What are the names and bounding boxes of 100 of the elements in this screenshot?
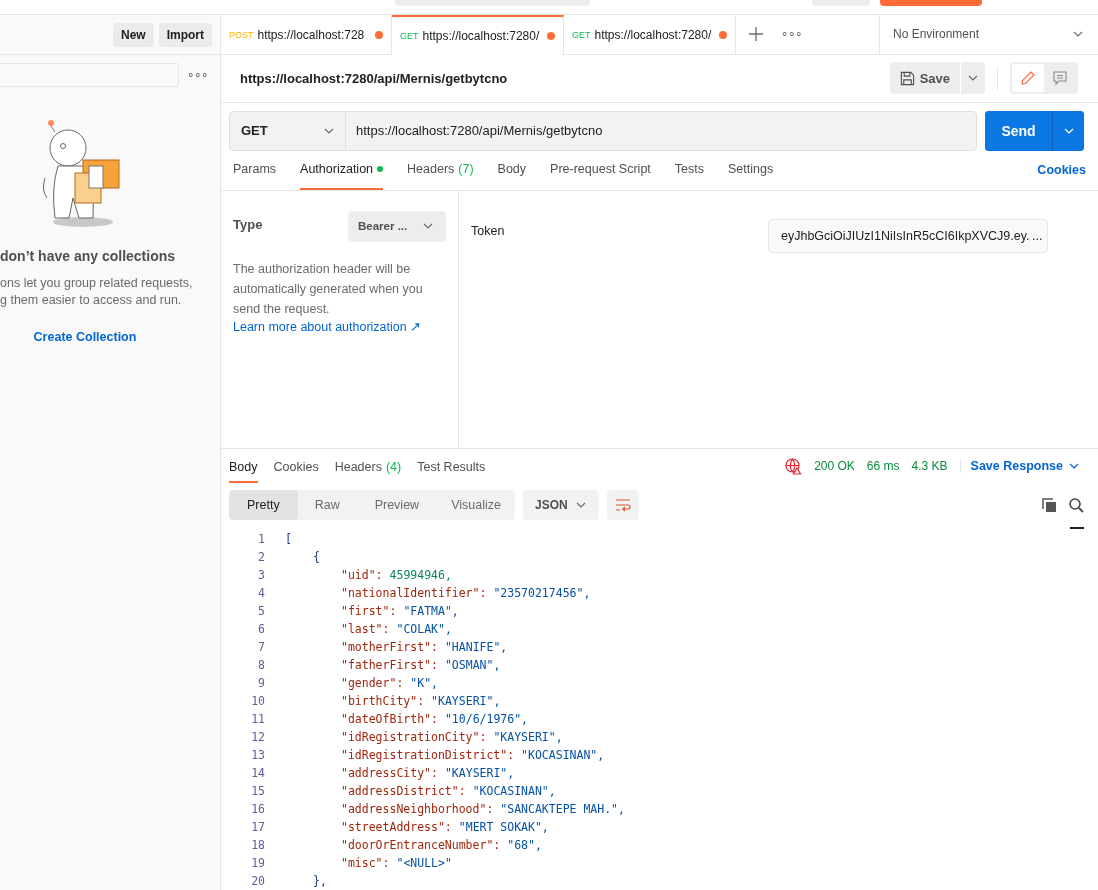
json-value: "68",: [507, 838, 542, 852]
sidebar-header-button[interactable]: Import: [158, 22, 212, 47]
sidebar-header-button[interactable]: New: [112, 22, 154, 47]
status-code: 200 OK: [814, 459, 855, 474]
json-key: "idRegistrationCity":: [341, 730, 487, 744]
json-value: "KOCASINAN",: [472, 784, 556, 798]
json-key: "idRegistrationDistrict":: [341, 748, 515, 762]
request-section-tab[interactable]: Pre-request Script: [550, 150, 651, 190]
top-bar-button[interactable]: [880, 0, 982, 6]
save-button[interactable]: Save: [889, 62, 960, 95]
line-number: 16: [250, 802, 265, 816]
line-number: 1: [257, 532, 265, 546]
line-number: 14: [250, 766, 265, 780]
line-number: 8: [257, 658, 265, 672]
json-value: "K",: [410, 676, 438, 690]
copy-icon[interactable]: [1042, 497, 1057, 513]
line-number: 10: [250, 694, 265, 708]
line-number: 3: [257, 568, 265, 582]
line-number: 19: [250, 856, 265, 870]
tab-url: https://localhost:7280/: [594, 28, 713, 43]
json-value: "OSMAN",: [444, 658, 501, 672]
json-value: "KAYSERI",: [493, 730, 563, 744]
comment-icon: [1052, 70, 1068, 87]
cookies-link[interactable]: Cookies: [1037, 163, 1086, 178]
json-bracket: },: [313, 874, 327, 888]
json-value: "10/6/1976",: [444, 712, 529, 726]
view-mode-tab[interactable]: Preview: [356, 490, 438, 520]
json-bracket: {: [313, 550, 320, 564]
json-key: "misc":: [341, 856, 390, 870]
json-value: "23570217456",: [493, 586, 591, 600]
json-value: "FATMA",: [403, 604, 459, 618]
json-value: "MERT SOKAK",: [458, 820, 549, 834]
json-key: "gender":: [341, 676, 404, 690]
type-label: Type: [233, 216, 263, 232]
wrap-lines-button[interactable]: [606, 490, 639, 520]
response-tab[interactable]: Body: [229, 449, 258, 483]
json-value: "KAYSERI",: [431, 694, 501, 708]
response-tab[interactable]: Headers (4): [334, 449, 402, 483]
json-key: "birthCity":: [341, 694, 425, 708]
method-label: GET: [572, 30, 591, 41]
json-key: "streetAddress":: [341, 820, 452, 834]
view-mode-tab[interactable]: Pretty: [229, 490, 298, 520]
more-options-button[interactable]: ∘∘∘: [187, 68, 208, 82]
json-key: "addressDistrict":: [341, 784, 466, 798]
plus-icon: [749, 27, 763, 42]
response-tab[interactable]: Cookies: [273, 449, 319, 483]
method-label: POST: [229, 30, 254, 41]
json-bracket: [: [285, 532, 292, 546]
edit-mode-button[interactable]: [1012, 64, 1044, 93]
empty-state-text: ons let you group related requests,: [0, 276, 193, 290]
view-mode-tab[interactable]: Visualize: [437, 490, 515, 520]
request-section-tab[interactable]: Headers (7): [407, 150, 474, 190]
json-value: "COLAK",: [396, 622, 452, 636]
json-value: 45994946,: [389, 568, 452, 582]
save-response-button[interactable]: Save Response: [959, 459, 1080, 474]
tab-url: https://localhost:7280/: [422, 28, 541, 43]
line-number: 17: [250, 820, 265, 834]
json-key: "addressCity":: [341, 766, 438, 780]
json-key: "dateOfBirth":: [341, 712, 438, 726]
line-number: 5: [257, 604, 265, 618]
json-key: "motherFirst":: [341, 640, 438, 654]
tab-more-button[interactable]: ∘∘∘: [776, 15, 806, 54]
json-key: "doorOrEntranceNumber":: [341, 838, 501, 852]
auth-type-select[interactable]: Bearer ...: [348, 210, 446, 242]
json-value: "<NULL>": [396, 856, 452, 870]
pencil-icon: [1020, 70, 1036, 87]
line-number: 15: [250, 784, 265, 798]
json-value: "KOCASINAN",: [521, 748, 605, 762]
view-mode-tab[interactable]: Raw: [297, 490, 357, 520]
line-number: 11: [250, 712, 265, 726]
json-value: "HANIFE",: [444, 640, 508, 654]
learn-more-link[interactable]: Learn more about authorization ↗: [233, 319, 422, 334]
format-select[interactable]: JSON: [522, 490, 599, 520]
token-field[interactable]: eyJhbGciOiJIUzI1NiIsInR5cCI6IkpXVCJ9.ey. ...: [768, 218, 1048, 253]
request-section-tab[interactable]: Params: [233, 150, 277, 190]
line-number: 20: [250, 874, 265, 888]
line-number: 4: [257, 586, 265, 600]
json-key: "nationalIdentifier":: [341, 586, 487, 600]
request-section-tab[interactable]: Settings: [728, 150, 774, 190]
json-key: "fatherFirst":: [341, 658, 438, 672]
line-number: 9: [257, 676, 265, 690]
line-number: 2: [257, 550, 265, 564]
json-value: "SANCAKTEPE MAH.",: [500, 802, 625, 816]
create-collection-link[interactable]: Create Collection: [33, 330, 137, 344]
environment-select[interactable]: No Environment: [879, 15, 1098, 54]
json-key: "uid":: [341, 568, 383, 582]
request-section-tab[interactable]: Authorization: [300, 150, 384, 190]
save-options-button[interactable]: [961, 62, 985, 95]
send-options-button[interactable]: [1052, 110, 1084, 151]
token-label: Token: [471, 223, 505, 240]
response-time: 66 ms: [866, 459, 900, 474]
line-number: 6: [257, 622, 265, 636]
empty-state-title: don’t have any collections: [0, 248, 176, 264]
request-tab[interactable]: GET https://localhost:7280/: [392, 15, 564, 55]
search-icon[interactable]: [1069, 497, 1084, 513]
request-section-tab[interactable]: Tests: [674, 150, 704, 190]
request-title: https://localhost:7280/api/Mernis/getbytcno: [240, 70, 509, 86]
response-tab[interactable]: Test Results: [417, 449, 486, 483]
request-section-tab[interactable]: Body: [497, 150, 527, 190]
json-key: "first":: [341, 604, 397, 618]
